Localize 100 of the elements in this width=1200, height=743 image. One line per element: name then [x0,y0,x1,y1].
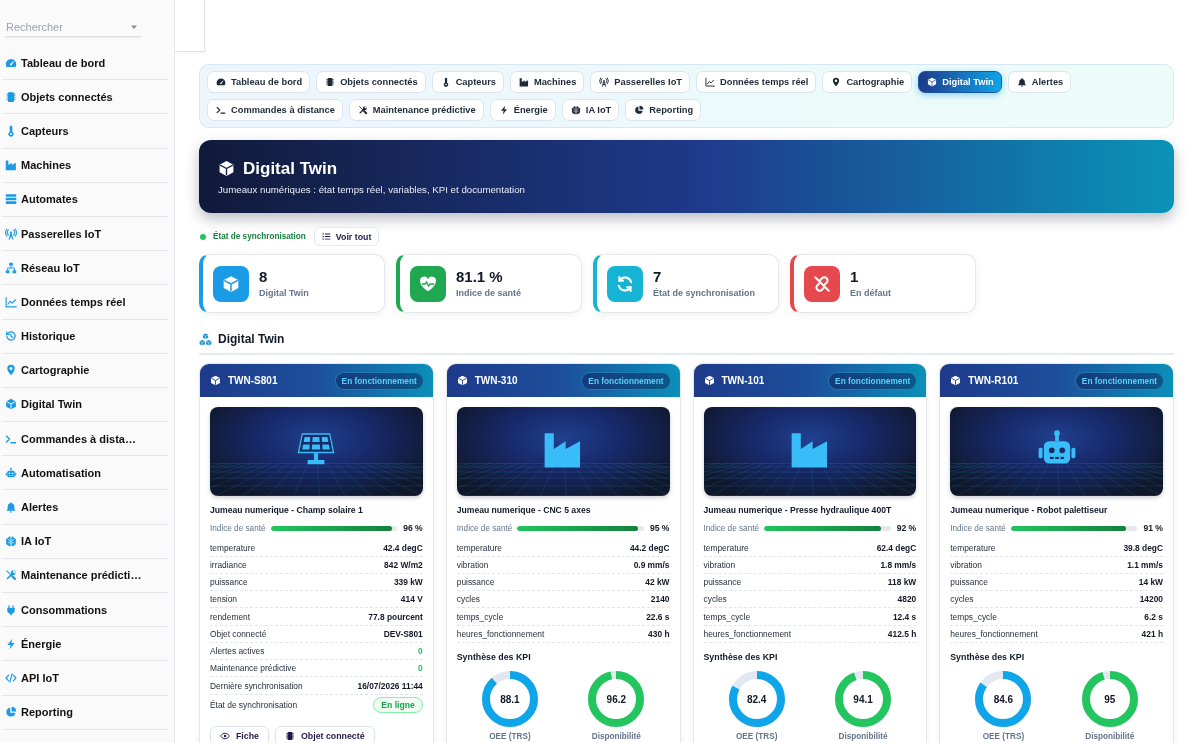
row-value: 42.4 degC [383,542,423,553]
sidebar-item[interactable]: Données temps réel [2,285,168,320]
line-chart-icon [5,295,17,308]
antenna-icon [5,227,17,240]
tab[interactable]: Digital Twin [918,71,1002,93]
chip-icon [285,730,295,741]
tab[interactable]: Tableau de bord [207,71,311,93]
sidebar-item[interactable]: Cartographie [2,353,168,388]
row-label: heures_fonctionnement [703,628,792,639]
stat-value: 1 [850,268,860,286]
row-label: irradiance [210,559,247,570]
bolt-icon [5,637,17,650]
sidebar-item[interactable]: IA IoT [2,524,168,559]
row-value: 42 kW [645,577,670,587]
sidebar-item[interactable]: Historique [2,319,168,354]
row-label: puissance [703,577,742,587]
sidebar-item[interactable]: Tableau de bord [2,46,168,81]
map-pin-icon [831,77,842,87]
kpi-heading: Synthèse des KPI [703,650,779,663]
list-icon [321,232,331,241]
search-field[interactable]: Rechercher [5,17,141,37]
sidebar-item[interactable]: Digital Twin [2,387,168,423]
row-label: État de synchronisation [210,699,298,710]
page-subtitle: Jumeaux numériques : état temps réel, variables, KPI et documentation [218,182,526,196]
row-value: DEV-S801 [383,628,423,639]
card-button[interactable]: Objet connecté [275,725,375,743]
gauge-value: 84.6 [993,693,1014,705]
sidebar-item[interactable]: Automatisation [2,456,168,491]
row-value: 2140 [650,594,670,605]
gauge-label: OEE (TRS) [736,730,778,742]
sidebar-item[interactable]: API IoT [2,661,168,696]
cube-icon [703,375,715,386]
row-value: 14 kW [1138,577,1163,587]
health-label: Indice de santé [210,523,266,533]
tab[interactable]: Capteurs [431,71,504,93]
tab[interactable]: Machines [509,71,585,93]
tab[interactable]: Passerelles IoT [590,71,690,93]
stat-value: 7 [653,268,663,286]
row-value: 39.8 degC [1123,542,1163,553]
row-label: Maintenance prédictive [210,663,297,674]
sidebar-item[interactable]: Maintenance prédicti… [2,558,168,593]
brain-icon [570,105,581,115]
sidebar-item[interactable]: Automates [2,182,168,217]
sidebar-item[interactable]: Alertes [2,490,168,525]
tab[interactable]: Reporting [625,99,702,121]
row-label: temps_cycle [950,611,997,622]
row-value: 1.1 mm/s [1127,559,1163,570]
row-value: 62.4 degC [876,542,917,553]
sidebar-item[interactable]: Énergie [2,627,168,662]
tab[interactable]: Maintenance prédictive [348,99,484,121]
network-icon [5,261,17,274]
sidebar-item[interactable]: Objets connectés [2,80,168,115]
sidebar-item[interactable]: Capteurs [2,114,168,149]
tab[interactable]: Alertes [1007,71,1072,93]
row-label: puissance [456,577,495,587]
sidebar-item[interactable]: Réseau IoT [2,251,168,286]
row-label: puissance [210,577,248,587]
row-value: 14200 [1139,594,1163,605]
health-label: Indice de santé [703,523,760,533]
tab[interactable]: Énergie [489,99,556,121]
sidebar-item[interactable]: Reporting [2,695,168,730]
gauge-label: Disponibilité [838,730,888,742]
card-id: TWN-101 [721,375,765,386]
card-button[interactable]: Fiche [210,725,269,743]
card-title: Jumeau numerique - Presse hydraulique 400T [703,504,893,517]
row-value: 22.6 s [646,611,670,622]
bell-icon [5,501,17,514]
thermometer-icon [5,124,17,137]
sidebar-item[interactable]: Commandes à dista… [2,422,168,457]
gauge-value: 96.2 [606,693,627,705]
code-icon [5,671,17,684]
stat-label: En défaut [850,288,891,299]
row-label: Objet connecté [210,628,267,639]
cube-icon [927,77,938,87]
pie-chart-icon [634,105,645,115]
sidebar-item[interactable]: Consommations [2,593,168,628]
sidebar-item[interactable]: Machines [2,148,168,183]
tab[interactable]: Objets connectés [316,71,426,93]
row-label: temperature [210,542,256,553]
health-value: 92 % [896,523,917,533]
tab[interactable]: Cartographie [822,71,913,93]
sidebar-item[interactable]: Passerelles IoT [2,216,168,252]
status-badge: En fonctionnement [828,371,918,390]
row-label: vibration [703,559,736,570]
row-label: heures_fonctionnement [950,628,1038,639]
stat-value: 8 [259,268,269,286]
gauge-value: 82.4 [746,693,767,705]
card-title: Jumeau numerique - CNC 5 axes [456,504,592,517]
tab[interactable]: IA IoT [561,99,620,121]
tab[interactable]: Commandes à distance [207,99,343,121]
row-value: 339 kW [393,577,423,587]
tab[interactable]: Données temps réel [696,71,817,93]
gauge-label: OEE (TRS) [982,730,1025,742]
view-all-button[interactable]: Voir tout [313,227,380,246]
row-label: temps_cycle [703,611,751,622]
row-label: puissance [950,577,988,587]
row-value: 414 V [400,594,423,605]
row-value: 77.8 pourcent [368,611,423,622]
terminal-icon [216,105,226,115]
eye-icon [220,730,230,741]
